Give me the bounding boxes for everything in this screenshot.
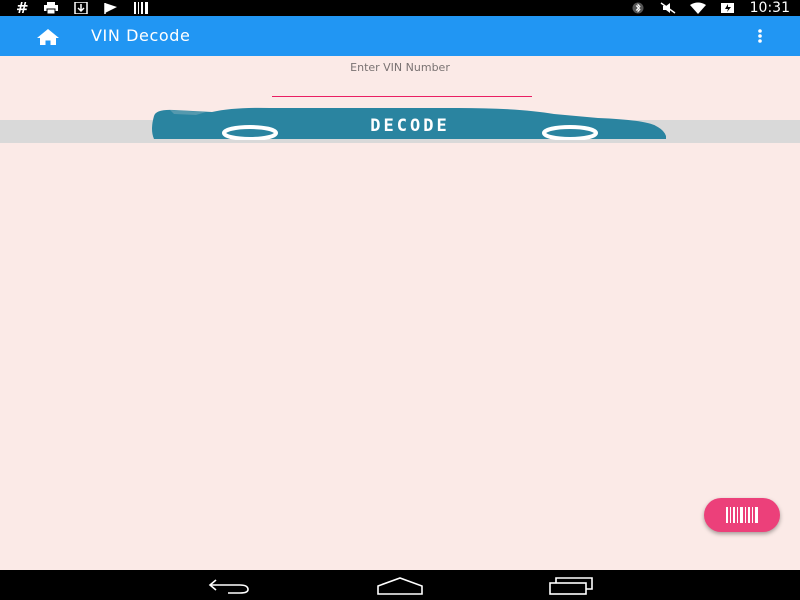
status-bar-right: 10:31 [630, 0, 790, 16]
navigation-bar [0, 570, 800, 600]
recent-apps-icon [549, 577, 593, 595]
bluetooth-icon [632, 2, 644, 14]
back-icon [208, 579, 249, 594]
download-icon [73, 2, 88, 14]
recent-apps-button[interactable] [546, 574, 598, 596]
home-button[interactable] [34, 26, 62, 46]
home-nav-icon [377, 577, 423, 595]
status-bar-left: # [16, 0, 149, 16]
barcode-scan-icon [726, 507, 758, 523]
decode-button-label: DECODE [370, 116, 449, 136]
home-icon [37, 29, 59, 45]
vin-field-label: Enter VIN Number [350, 61, 450, 74]
app-title: VIN Decode [91, 26, 191, 45]
main-content: Enter VIN Number DECODE [0, 56, 800, 570]
status-bar: # 10:31 [0, 0, 800, 16]
overflow-menu-button[interactable] [750, 26, 770, 46]
debug-flag-icon [103, 3, 117, 14]
status-time: 10:31 [749, 0, 790, 16]
home-nav-button[interactable] [374, 574, 426, 596]
printer-icon [43, 2, 58, 14]
hash-icon: # [16, 0, 29, 17]
overflow-menu-icon [758, 29, 762, 43]
scan-barcode-fab[interactable] [704, 498, 780, 532]
barcode-notification-icon [133, 2, 148, 14]
back-button[interactable] [202, 574, 254, 596]
app-bar: VIN Decode [0, 16, 800, 56]
decode-button[interactable]: DECODE [150, 106, 670, 140]
battery-icon [720, 3, 734, 13]
vin-input[interactable] [272, 76, 532, 97]
mute-icon [660, 2, 676, 14]
wifi-icon [689, 2, 706, 14]
